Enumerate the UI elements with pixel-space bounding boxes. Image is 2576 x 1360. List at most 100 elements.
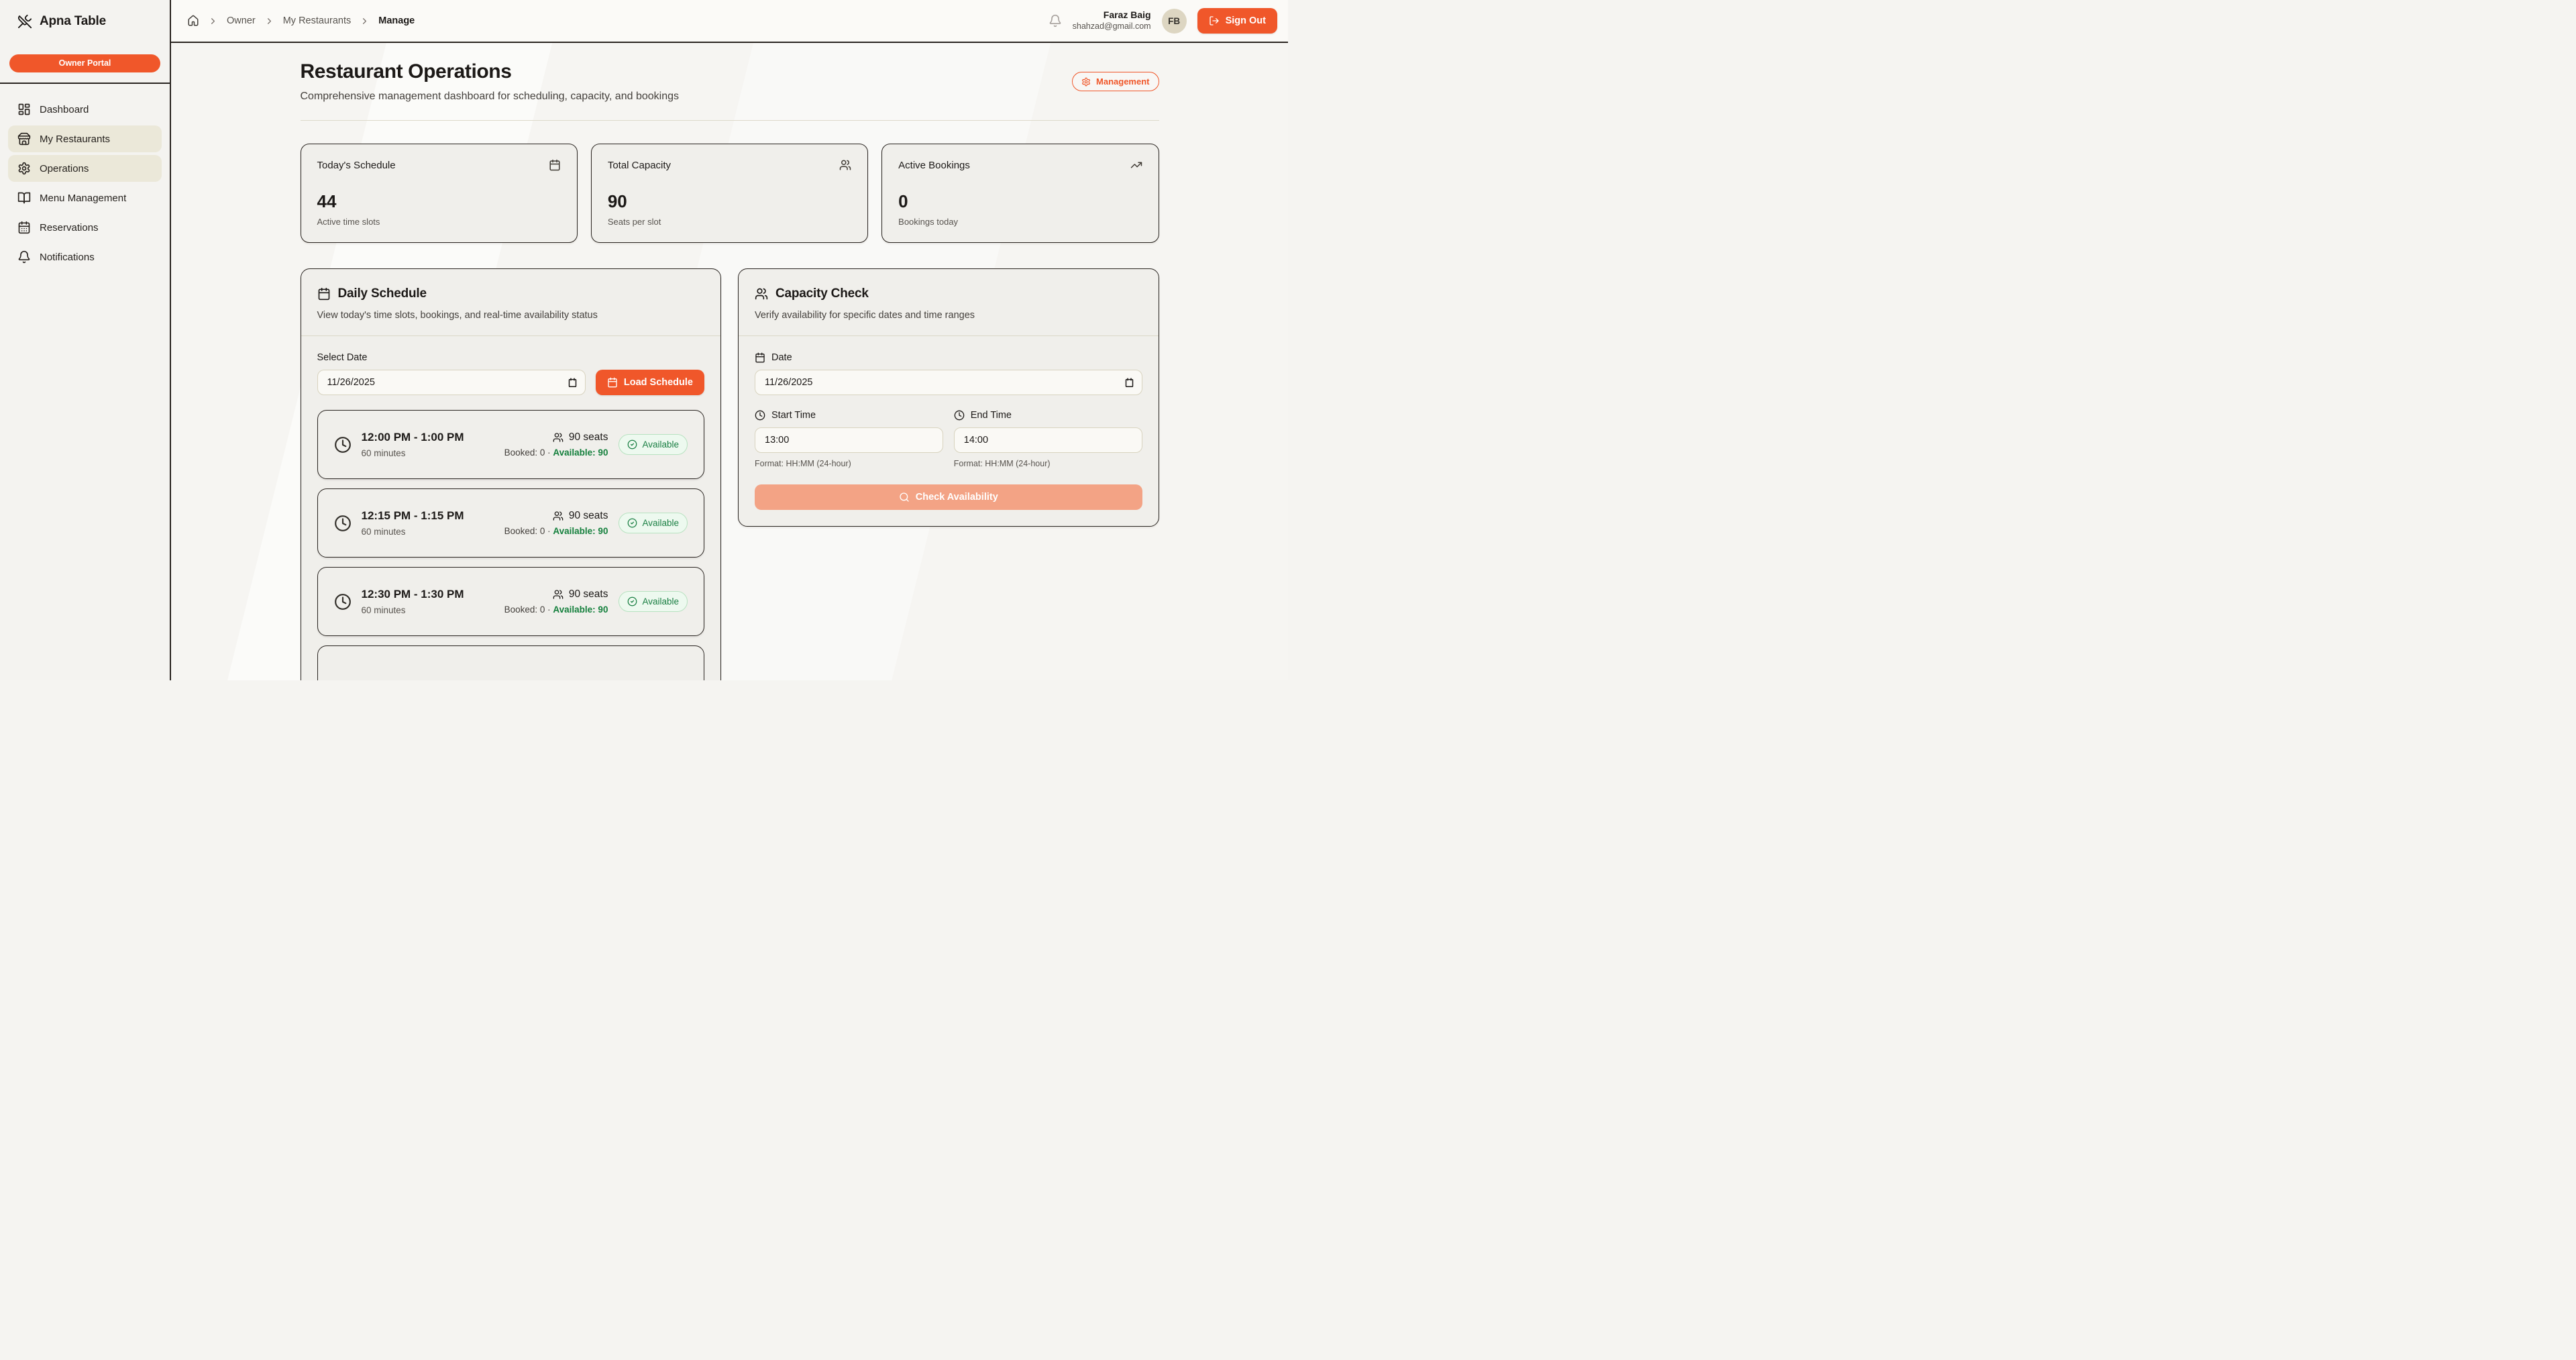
stat-card-active-bookings: Active Bookings 0 Bookings today bbox=[881, 144, 1159, 243]
stat-card-todays-schedule: Today's Schedule 44 Active time slots bbox=[301, 144, 578, 243]
user-name: Faraz Baig bbox=[1073, 9, 1151, 21]
sidebar-item-label: My Restaurants bbox=[40, 134, 110, 145]
sidebar-item-label: Menu Management bbox=[40, 193, 126, 204]
stat-title: Active Bookings bbox=[898, 160, 970, 171]
clock-icon bbox=[954, 410, 965, 421]
clock-icon bbox=[755, 410, 765, 421]
slot-time: 12:30 PM - 1:30 PM bbox=[362, 588, 464, 601]
sidebar-item-operations[interactable]: Operations bbox=[8, 155, 162, 182]
users-icon bbox=[755, 287, 768, 301]
calendar-icon bbox=[607, 377, 618, 388]
breadcrumb-owner[interactable]: Owner bbox=[227, 15, 256, 26]
sidebar-item-menu-management[interactable]: Menu Management bbox=[8, 185, 162, 211]
sidebar-item-label: Operations bbox=[40, 163, 89, 174]
trending-up-icon bbox=[1130, 159, 1142, 171]
sidebar-item-notifications[interactable]: Notifications bbox=[8, 244, 162, 270]
sidebar-item-reservations[interactable]: Reservations bbox=[8, 214, 162, 241]
panel-subtitle: Verify availability for specific dates a… bbox=[755, 310, 1142, 321]
slot-duration: 60 minutes bbox=[362, 605, 464, 615]
app-root: Apna Table Owner Portal Dashboard bbox=[0, 0, 1288, 680]
status-label: Available bbox=[642, 439, 679, 450]
sidebar-item-my-restaurants[interactable]: My Restaurants bbox=[8, 125, 162, 152]
stat-title: Total Capacity bbox=[608, 160, 671, 171]
clock-icon bbox=[334, 515, 352, 532]
capacity-check-panel: Capacity Check Verify availability for s… bbox=[738, 268, 1159, 527]
bell-icon[interactable] bbox=[1049, 14, 1062, 28]
select-date-label: Select Date bbox=[317, 352, 705, 363]
stat-caption: Active time slots bbox=[317, 217, 561, 227]
stat-value: 0 bbox=[898, 191, 1142, 212]
breadcrumb-my-restaurants[interactable]: My Restaurants bbox=[283, 15, 352, 26]
capacity-date-input[interactable] bbox=[755, 370, 1142, 395]
load-schedule-label: Load Schedule bbox=[624, 377, 693, 388]
slot-card[interactable]: 12:00 PM - 1:00 PM 60 minutes bbox=[317, 410, 705, 479]
panel-title: Capacity Check bbox=[775, 286, 869, 301]
panel-title: Daily Schedule bbox=[338, 286, 427, 301]
check-availability-label: Check Availability bbox=[916, 492, 998, 503]
slot-booked: Booked: 0 · bbox=[504, 448, 551, 458]
slot-card[interactable]: 12:15 PM - 1:15 PM 60 minutes bbox=[317, 488, 705, 558]
end-time-label: End Time bbox=[971, 410, 1012, 421]
page-head-text: Restaurant Operations Comprehensive mana… bbox=[301, 60, 680, 103]
slot-booked: Booked: 0 · bbox=[504, 526, 551, 536]
stat-caption: Bookings today bbox=[898, 217, 1142, 227]
slot-booked: Booked: 0 · bbox=[504, 605, 551, 615]
user-email: shahzad@gmail.com bbox=[1073, 21, 1151, 32]
calendar-icon bbox=[549, 159, 561, 171]
gear-icon bbox=[1081, 77, 1091, 87]
owner-portal-badge: Owner Portal bbox=[9, 54, 160, 72]
header-divider bbox=[301, 120, 1159, 121]
status-badge: Available bbox=[619, 591, 688, 612]
calendar-icon bbox=[755, 352, 765, 363]
users-icon bbox=[553, 511, 564, 521]
user-meta: Faraz Baig shahzad@gmail.com bbox=[1073, 9, 1151, 32]
slot-card[interactable] bbox=[317, 645, 705, 680]
end-time-input[interactable] bbox=[954, 427, 1142, 453]
start-time-input[interactable] bbox=[755, 427, 943, 453]
date-picker-icon[interactable] bbox=[568, 378, 578, 388]
users-icon bbox=[553, 589, 564, 600]
stats-row: Today's Schedule 44 Active time slots bbox=[301, 144, 1159, 243]
slot-card[interactable]: 12:30 PM - 1:30 PM 60 minutes bbox=[317, 567, 705, 636]
load-schedule-button[interactable]: Load Schedule bbox=[596, 370, 704, 395]
page-subtitle: Comprehensive management dashboard for s… bbox=[301, 91, 680, 103]
start-time-label: Start Time bbox=[771, 410, 816, 421]
gear-icon bbox=[17, 162, 31, 175]
stat-caption: Seats per slot bbox=[608, 217, 851, 227]
slot-available: Available: 90 bbox=[553, 448, 608, 458]
topbar: Owner My Restaurants Manage bbox=[171, 0, 1288, 43]
chevron-right-icon bbox=[208, 16, 218, 26]
sign-out-label: Sign Out bbox=[1226, 15, 1266, 26]
search-icon bbox=[899, 492, 910, 503]
sign-out-button[interactable]: Sign Out bbox=[1197, 8, 1277, 34]
sidebar-item-label: Notifications bbox=[40, 252, 95, 263]
utensils-crossed-icon bbox=[17, 14, 32, 29]
slot-duration: 60 minutes bbox=[362, 448, 464, 458]
stat-card-total-capacity: Total Capacity 90 Seats per slot bbox=[591, 144, 868, 243]
check-availability-button[interactable]: Check Availability bbox=[755, 484, 1142, 510]
breadcrumb: Owner My Restaurants Manage bbox=[187, 15, 415, 27]
schedule-date-input[interactable] bbox=[317, 370, 586, 395]
end-time-hint: Format: HH:MM (24-hour) bbox=[954, 459, 1142, 468]
stat-value: 44 bbox=[317, 191, 561, 212]
slot-seats: 90 seats bbox=[569, 510, 608, 522]
status-badge: Available bbox=[619, 513, 688, 533]
home-icon[interactable] bbox=[187, 15, 199, 27]
sidebar-nav: Dashboard My Restaurants bbox=[0, 84, 170, 282]
calendar-icon bbox=[317, 287, 331, 301]
users-icon bbox=[839, 159, 851, 171]
sidebar-item-dashboard[interactable]: Dashboard bbox=[8, 96, 162, 123]
calendar-icon bbox=[17, 221, 31, 234]
slot-list: 12:00 PM - 1:00 PM 60 minutes bbox=[317, 410, 705, 680]
app-name: Apna Table bbox=[40, 14, 106, 29]
slot-available: Available: 90 bbox=[553, 526, 608, 536]
status-badge: Available bbox=[619, 434, 688, 455]
start-time-field: Start Time Format: HH:MM (24-hour) bbox=[755, 410, 943, 468]
breadcrumb-manage: Manage bbox=[378, 15, 415, 26]
date-picker-icon[interactable] bbox=[1124, 378, 1134, 388]
chevron-right-icon bbox=[264, 16, 274, 26]
status-label: Available bbox=[642, 596, 679, 607]
check-circle-icon bbox=[627, 596, 637, 607]
stat-title: Today's Schedule bbox=[317, 160, 396, 171]
avatar[interactable]: FB bbox=[1162, 9, 1187, 34]
